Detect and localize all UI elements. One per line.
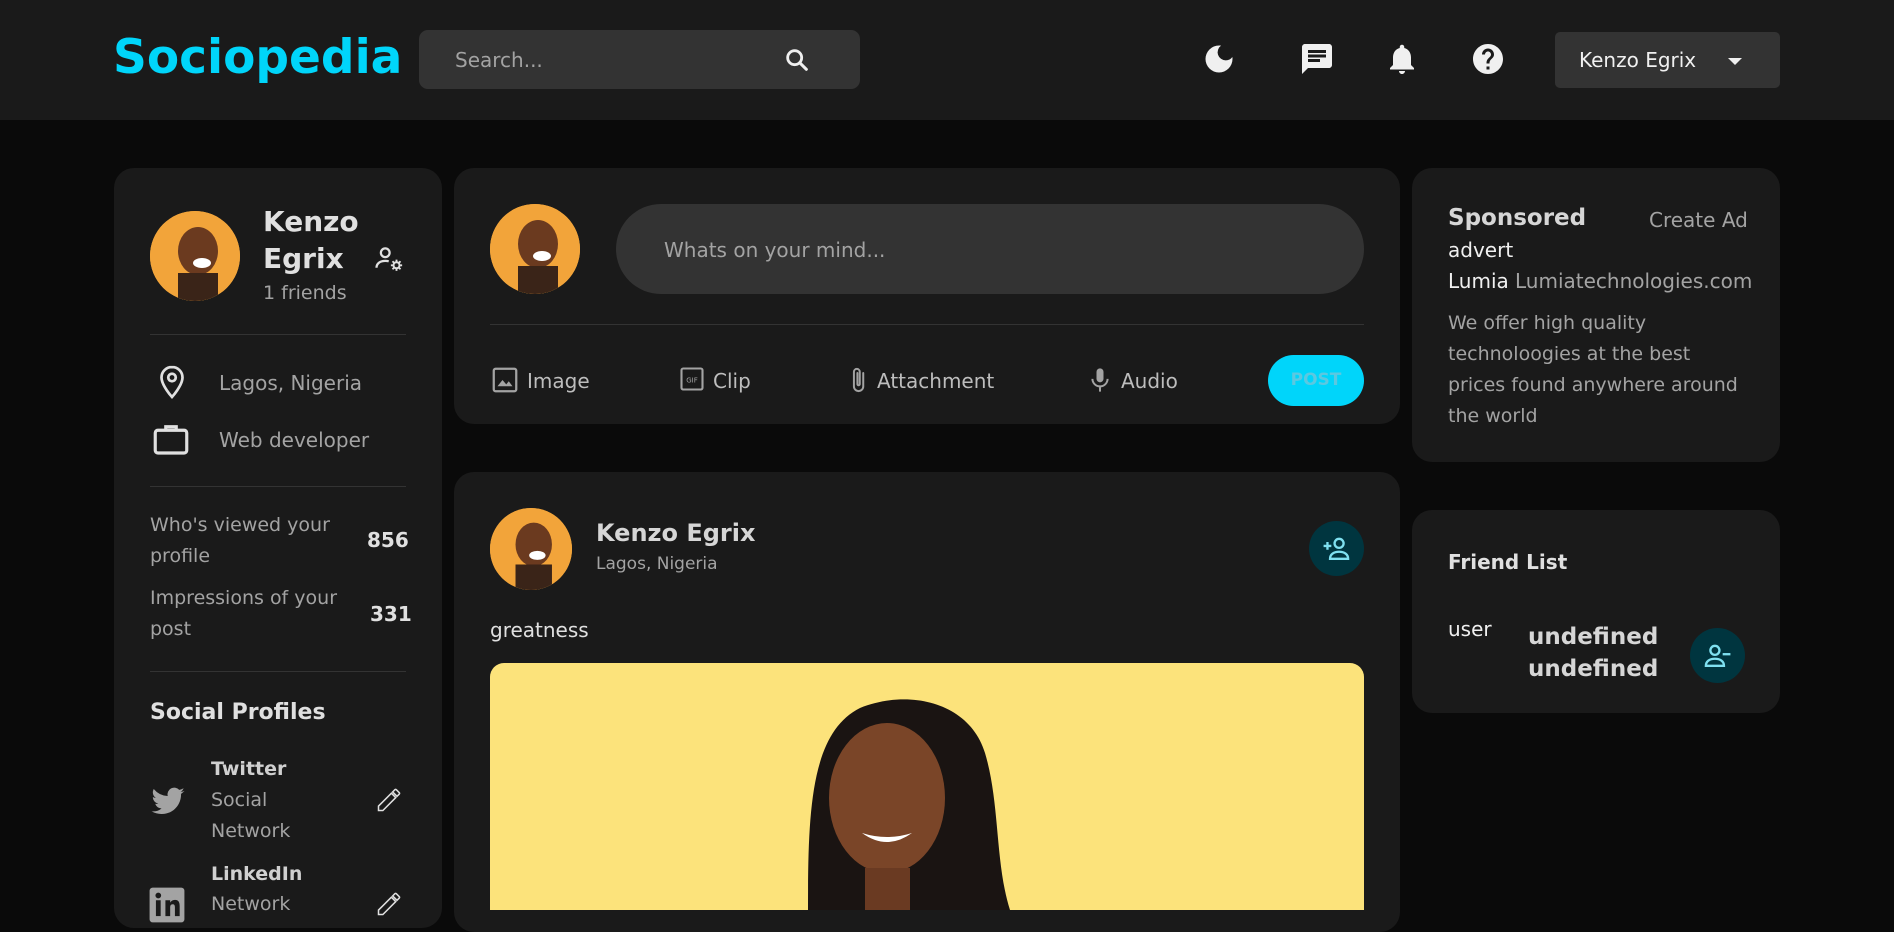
clip-button[interactable]: Clip bbox=[713, 369, 751, 393]
divider bbox=[150, 486, 406, 487]
create-ad-link[interactable]: Create Ad bbox=[1649, 208, 1748, 232]
image-button[interactable]: Image bbox=[527, 369, 590, 393]
linkedin-name: LinkedIn bbox=[211, 863, 303, 885]
friend-avatar-alt: user bbox=[1448, 617, 1492, 641]
advert-desc-line3: prices found anywhere around bbox=[1448, 374, 1738, 396]
viewed-label-line2: profile bbox=[150, 545, 211, 567]
dark-mode-icon[interactable] bbox=[1201, 41, 1237, 77]
audio-button[interactable]: Audio bbox=[1121, 369, 1178, 393]
friend-name-last[interactable]: undefined bbox=[1528, 656, 1658, 682]
advert-desc-line4: the world bbox=[1448, 405, 1538, 427]
impressions-label-line1: Impressions of your bbox=[150, 587, 338, 609]
post-input[interactable]: Whats on your mind... bbox=[616, 204, 1364, 294]
person-remove-icon bbox=[1704, 644, 1731, 667]
avatar[interactable] bbox=[490, 508, 572, 590]
remove-friend-button[interactable] bbox=[1690, 628, 1745, 683]
gif-icon[interactable]: GIF bbox=[678, 365, 706, 393]
divider bbox=[150, 334, 406, 335]
add-friend-button[interactable] bbox=[1309, 521, 1364, 576]
search-input[interactable]: Search... bbox=[455, 48, 543, 72]
social-profiles-title: Social Profiles bbox=[150, 700, 326, 725]
viewed-label-line1: Who's viewed your bbox=[150, 514, 330, 536]
post-author-name[interactable]: Kenzo Egrix bbox=[596, 519, 755, 547]
profile-location: Lagos, Nigeria bbox=[219, 371, 363, 395]
search-icon[interactable] bbox=[783, 46, 811, 74]
post-photo bbox=[808, 699, 1010, 910]
linkedin-type: Network bbox=[211, 893, 291, 915]
app-logo[interactable]: Sociopedia bbox=[113, 30, 402, 85]
friend-list-card: Friend List user undefined undefined bbox=[1412, 510, 1780, 713]
attachment-button[interactable]: Attachment bbox=[877, 369, 994, 393]
profile-name-last[interactable]: Egrix bbox=[263, 242, 344, 275]
user-menu-select[interactable]: Kenzo Egrix bbox=[1555, 32, 1780, 88]
twitter-name: Twitter bbox=[211, 758, 287, 780]
advert-brand: Lumia bbox=[1448, 269, 1509, 293]
person-add-icon bbox=[1323, 537, 1350, 560]
post-input-placeholder: Whats on your mind... bbox=[664, 238, 886, 262]
advert-label: advert bbox=[1448, 238, 1514, 262]
manage-account-icon[interactable] bbox=[374, 244, 404, 274]
chevron-down-icon[interactable] bbox=[1728, 58, 1742, 65]
help-icon[interactable] bbox=[1470, 41, 1506, 77]
advert-desc-line1: We offer high quality bbox=[1448, 312, 1647, 334]
sponsored-card: Sponsored Create Ad advert Lumia Lumiate… bbox=[1412, 168, 1780, 462]
friend-list-title: Friend List bbox=[1448, 550, 1568, 574]
edit-icon[interactable] bbox=[375, 890, 403, 918]
friends-count: 1 friends bbox=[263, 282, 347, 304]
avatar[interactable] bbox=[490, 204, 580, 294]
impressions-count: 331 bbox=[370, 602, 412, 626]
attachment-icon[interactable] bbox=[844, 364, 872, 396]
advert-site[interactable]: Lumiatechnologies.com bbox=[1515, 269, 1752, 293]
search-bar[interactable]: Search... bbox=[419, 30, 860, 89]
microphone-icon[interactable] bbox=[1086, 364, 1114, 396]
location-icon bbox=[160, 365, 184, 400]
user-menu-name: Kenzo Egrix bbox=[1579, 48, 1697, 72]
divider bbox=[150, 671, 406, 672]
twitter-type-line1: Social bbox=[211, 789, 268, 811]
avatar[interactable] bbox=[150, 211, 240, 301]
work-icon bbox=[153, 425, 189, 455]
impressions-label-line2: post bbox=[150, 618, 192, 640]
profile-card: Kenzo Egrix 1 friends Lagos, Nigeria Web… bbox=[114, 168, 442, 928]
sponsored-title: Sponsored bbox=[1448, 205, 1587, 231]
profile-occupation: Web developer bbox=[219, 428, 370, 452]
linkedin-icon bbox=[149, 887, 185, 923]
notifications-icon[interactable] bbox=[1384, 41, 1420, 77]
svg-text:GIF: GIF bbox=[686, 377, 698, 385]
post-author-location: Lagos, Nigeria bbox=[596, 554, 718, 574]
twitter-icon bbox=[151, 787, 185, 815]
viewed-count: 856 bbox=[367, 528, 409, 552]
post-button[interactable]: POST bbox=[1268, 355, 1364, 406]
post-text: greatness bbox=[490, 618, 589, 642]
divider bbox=[490, 324, 1364, 325]
profile-name-first[interactable]: Kenzo bbox=[263, 205, 359, 238]
twitter-type-line2: Network bbox=[211, 820, 291, 842]
image-icon[interactable] bbox=[490, 365, 520, 395]
friend-name-first[interactable]: undefined bbox=[1528, 624, 1658, 650]
messages-icon[interactable] bbox=[1299, 41, 1335, 77]
top-navbar: Sociopedia Search... Kenzo Egrix bbox=[0, 0, 1894, 120]
post-image[interactable] bbox=[490, 663, 1364, 910]
edit-icon[interactable] bbox=[375, 786, 403, 814]
advert-desc-line2: technoloogies at the best bbox=[1448, 343, 1691, 365]
